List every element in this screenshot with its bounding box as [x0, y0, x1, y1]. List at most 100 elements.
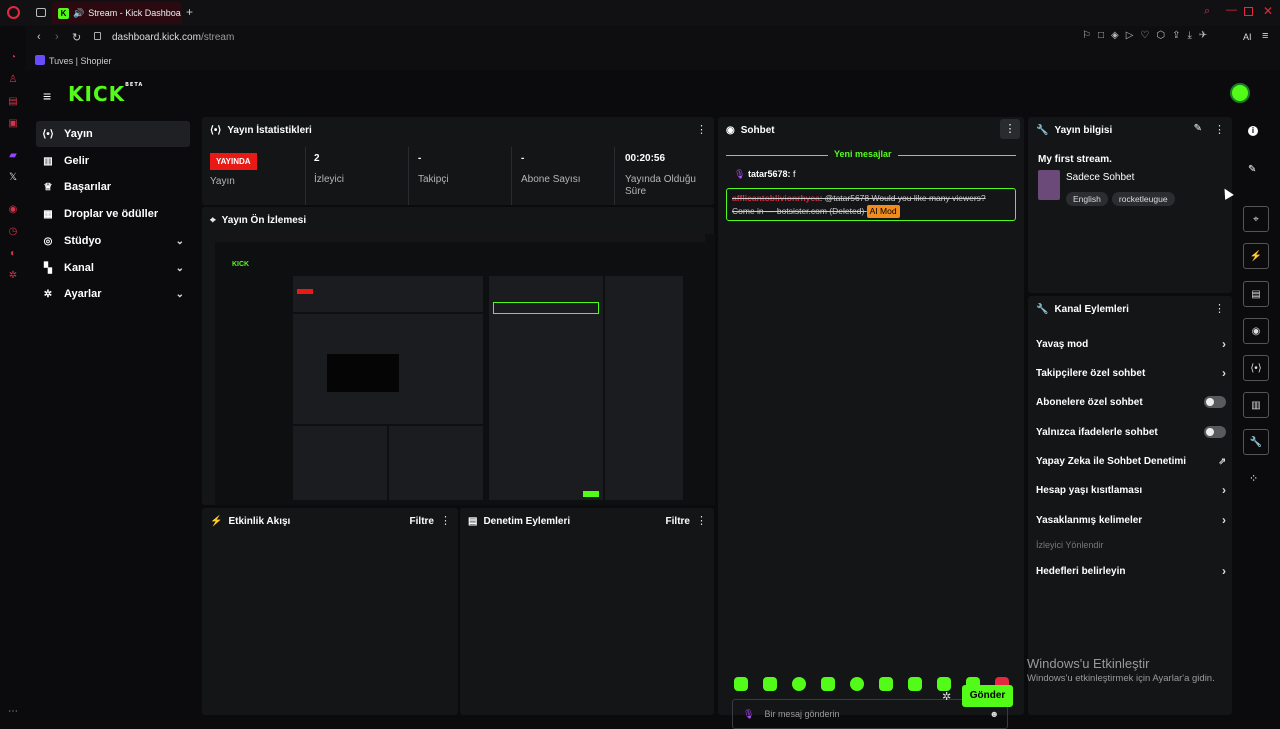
account-age-row[interactable]: Hesap yaşı kısıtlaması › — [1036, 479, 1226, 501]
rail-button-layout[interactable]: ▥ — [1243, 392, 1269, 418]
rail-button-events[interactable]: ⚡ — [1243, 243, 1269, 269]
stat-value: - — [521, 153, 525, 164]
sidebar-item-studyo[interactable]: ◎ Stüdyo ⌄ — [36, 228, 190, 254]
more-options-button[interactable]: ⋮ — [1000, 119, 1020, 139]
emote-icon[interactable] — [879, 677, 893, 691]
preview-icon: ⌖ — [210, 214, 216, 226]
opera-logo-icon[interactable] — [7, 6, 20, 19]
preview-live-badge — [297, 289, 313, 294]
rail-button-broadcast[interactable]: ⟨•⟩ — [1243, 355, 1269, 381]
minimize-icon[interactable]: — — [1226, 4, 1237, 16]
emote-icon[interactable] — [792, 677, 806, 691]
tag[interactable]: rocketleugue — [1111, 192, 1175, 206]
emote-icon[interactable] — [850, 677, 864, 691]
info-icon[interactable]: i — [1248, 126, 1258, 136]
emote-icon[interactable] — [937, 677, 951, 691]
more-options-icon[interactable]: ⋮ — [1214, 123, 1225, 136]
sidebar-item-gelir[interactable]: ▥ Gelir — [36, 148, 190, 174]
twitch-icon[interactable]: ▰ — [7, 150, 19, 162]
emoji-icon[interactable]: ☻ — [990, 709, 999, 719]
toolbar-icons[interactable]: ⚐□◈▷♡⬡⇪⤓✈ — [1082, 30, 1214, 41]
stream-preview-video[interactable]: KICK — [215, 234, 715, 505]
more-icon[interactable]: ⋯ — [7, 706, 19, 718]
action-label: Yavaş mod — [1036, 338, 1089, 350]
pencil-icon[interactable]: ✎ — [1248, 164, 1256, 175]
preview-send-button — [583, 491, 599, 497]
chat-username[interactable]: tatar5678: — [748, 169, 791, 179]
aria-icon[interactable]: ◔ — [7, 52, 19, 64]
opera-ai-icon[interactable]: ♙ — [7, 74, 19, 86]
chat-panel: ◉ Sohbet ⋮ Yeni mesajlar 🎙 tatar5678: f a… — [718, 117, 1024, 729]
stat-value: - — [418, 153, 422, 164]
stat-value: 00:20:56 — [625, 153, 666, 164]
ai-button[interactable]: AI — [1243, 32, 1252, 42]
browser-tab[interactable]: K 🔊 Stream - Kick Dashboa — [52, 2, 182, 24]
messenger-icon[interactable]: ▤ — [7, 96, 19, 108]
reload-icon[interactable]: ↻ — [72, 31, 81, 44]
subs-only-toggle[interactable] — [1204, 396, 1226, 408]
stat-label: İzleyici — [314, 174, 345, 185]
send-button[interactable]: Gönder — [962, 685, 1013, 707]
chat-username[interactable]: afflicantoblivionrhyca — [732, 193, 820, 203]
menu-icon[interactable]: ≡ — [1262, 30, 1268, 42]
opera-sidebar: ◔ ♙ ▤ ▣ ▰ 𝕏 ◉ ◷ ◐ ✲ ⋯ — [0, 26, 26, 720]
emote-icon[interactable] — [734, 677, 748, 691]
maximize-icon[interactable] — [1244, 7, 1253, 16]
emote-icon[interactable] — [763, 677, 777, 691]
more-options-icon[interactable]: ⋮ — [696, 514, 707, 527]
bookmark-item[interactable]: Tuves | Shopier — [49, 56, 112, 66]
history-icon[interactable]: ◷ — [7, 226, 19, 238]
panel-title: Yayın İstatistikleri — [227, 124, 312, 136]
sidebar-item-droplar[interactable]: ▦ Droplar ve ödüller — [36, 201, 190, 227]
mic-icon[interactable]: 🎙 — [743, 709, 754, 720]
filter-button[interactable]: Filtre — [666, 516, 690, 527]
forward-icon[interactable]: › — [55, 31, 59, 43]
emote-icon[interactable] — [821, 677, 835, 691]
new-messages-label: Yeni mesajlar — [828, 149, 898, 159]
avatar[interactable] — [1230, 83, 1250, 103]
apps-icon[interactable]: ⁘ — [1249, 472, 1258, 485]
slow-mode-row[interactable]: Yavaş mod › — [1036, 333, 1226, 355]
ai-moderation-row[interactable]: Yapay Zeka ile Sohbet Denetimi ⇗ — [1036, 450, 1226, 472]
banned-words-row[interactable]: Yasaklanmış kelimeler › — [1036, 509, 1226, 531]
flow-icon[interactable]: ◐ — [7, 248, 19, 260]
more-options-icon[interactable]: ⋮ — [696, 123, 707, 136]
tab-switcher-icon[interactable] — [36, 8, 46, 17]
url-field[interactable]: dashboard.kick.com/stream — [112, 32, 234, 43]
mail-icon[interactable]: ▣ — [7, 118, 19, 130]
rail-button-tools[interactable]: 🔧 — [1243, 429, 1269, 455]
sidebar-item-kanal[interactable]: ▚ Kanal ⌄ — [36, 255, 190, 281]
emote-icon[interactable] — [908, 677, 922, 691]
filter-button[interactable]: Filtre — [410, 516, 434, 527]
search-icon[interactable]: ⌕ — [1204, 5, 1210, 18]
settings-icon[interactable]: ✲ — [7, 270, 19, 282]
hamburger-icon[interactable]: ≡ — [43, 88, 51, 104]
category-name[interactable]: Sadece Sohbet — [1066, 172, 1134, 183]
emotes-only-toggle[interactable] — [1204, 426, 1226, 438]
divider — [614, 147, 615, 205]
rail-button-preview[interactable]: ⌖ — [1243, 206, 1269, 232]
x-icon[interactable]: 𝕏 — [7, 172, 19, 184]
goals-row[interactable]: Hedefleri belirleyin › — [1036, 560, 1226, 582]
bookmarks-bar: Tuves | Shopier — [0, 50, 1280, 70]
chat-settings-icon[interactable]: ✲ — [942, 690, 951, 703]
sidebar-item-yayin[interactable]: ⟨•⟩ Yayın — [36, 121, 190, 147]
followers-only-row[interactable]: Takipçilere özel sohbet › — [1036, 362, 1226, 384]
tag[interactable]: English — [1066, 192, 1108, 206]
back-icon[interactable]: ‹ — [37, 31, 41, 43]
new-tab-icon[interactable]: + — [186, 5, 193, 19]
edit-icon[interactable]: ✎ — [1194, 123, 1202, 134]
sidebar-item-ayarlar[interactable]: ✲ Ayarlar ⌄ — [36, 281, 190, 307]
more-options-icon[interactable]: ⋮ — [440, 514, 451, 527]
player-icon[interactable]: ◉ — [7, 204, 19, 216]
broadcast-icon: ⟨•⟩ — [42, 128, 54, 140]
lightning-icon: ⚡ — [210, 515, 223, 527]
kick-logo[interactable]: KICKBETA — [68, 82, 143, 106]
sidebar-item-basarilar[interactable]: ♕ Başarılar — [36, 174, 190, 200]
rail-button-moderation[interactable]: ▤ — [1243, 281, 1269, 307]
close-icon[interactable]: ✕ — [1263, 4, 1273, 18]
more-options-icon[interactable]: ⋮ — [1214, 302, 1225, 315]
rail-button-chat[interactable]: ◉ — [1243, 318, 1269, 344]
divider — [511, 147, 512, 205]
stat-label: Yayın — [210, 176, 235, 187]
